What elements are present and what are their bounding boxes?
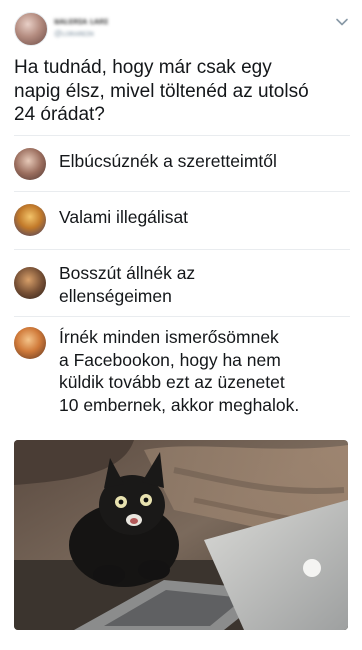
reply-item[interactable]: Elbúcsúznék a szeretteimtől: [14, 148, 350, 184]
divider: [14, 135, 350, 136]
divider: [14, 316, 350, 317]
chevron-down-icon[interactable]: [334, 14, 350, 30]
reply-item[interactable]: Írnék minden ismerősömnek a Facebookon, …: [14, 326, 350, 426]
reply-text: Elbúcsúznék a szeretteimtől: [59, 151, 277, 171]
reply-avatar[interactable]: [14, 148, 46, 180]
tweet-photo[interactable]: [14, 440, 348, 630]
tweet-header: ᴚᴀʟᴇʀɪᴀ ʟᴀʀɪ @ʟᴏʀᴀʀᴇɪɴ: [14, 12, 350, 46]
divider: [14, 191, 350, 192]
reply-item[interactable]: Bosszút állnék az ellenségeimen: [14, 262, 350, 310]
reply-text: Valami illegálisat: [59, 207, 189, 227]
reply-avatar[interactable]: [14, 204, 46, 236]
reply-avatar[interactable]: [14, 327, 46, 359]
author-avatar[interactable]: [14, 12, 48, 46]
reply-avatar[interactable]: [14, 267, 46, 299]
divider: [14, 249, 350, 250]
black-cat-laptop-photo: [14, 440, 348, 630]
reply-text: Bosszút állnék az ellenségeimen: [59, 263, 196, 306]
reply-item[interactable]: Valami illegálisat: [14, 204, 350, 240]
author-handle[interactable]: @ʟᴏʀᴀʀᴇɪɴ: [54, 29, 94, 38]
reply-text: Írnék minden ismerősömnek a Facebookon, …: [59, 327, 300, 415]
tweet-text: Ha tudnád, hogy már csak egy napig élsz,…: [14, 57, 309, 125]
author-name[interactable]: ᴚᴀʟᴇʀɪᴀ ʟᴀʀɪ: [54, 16, 108, 26]
